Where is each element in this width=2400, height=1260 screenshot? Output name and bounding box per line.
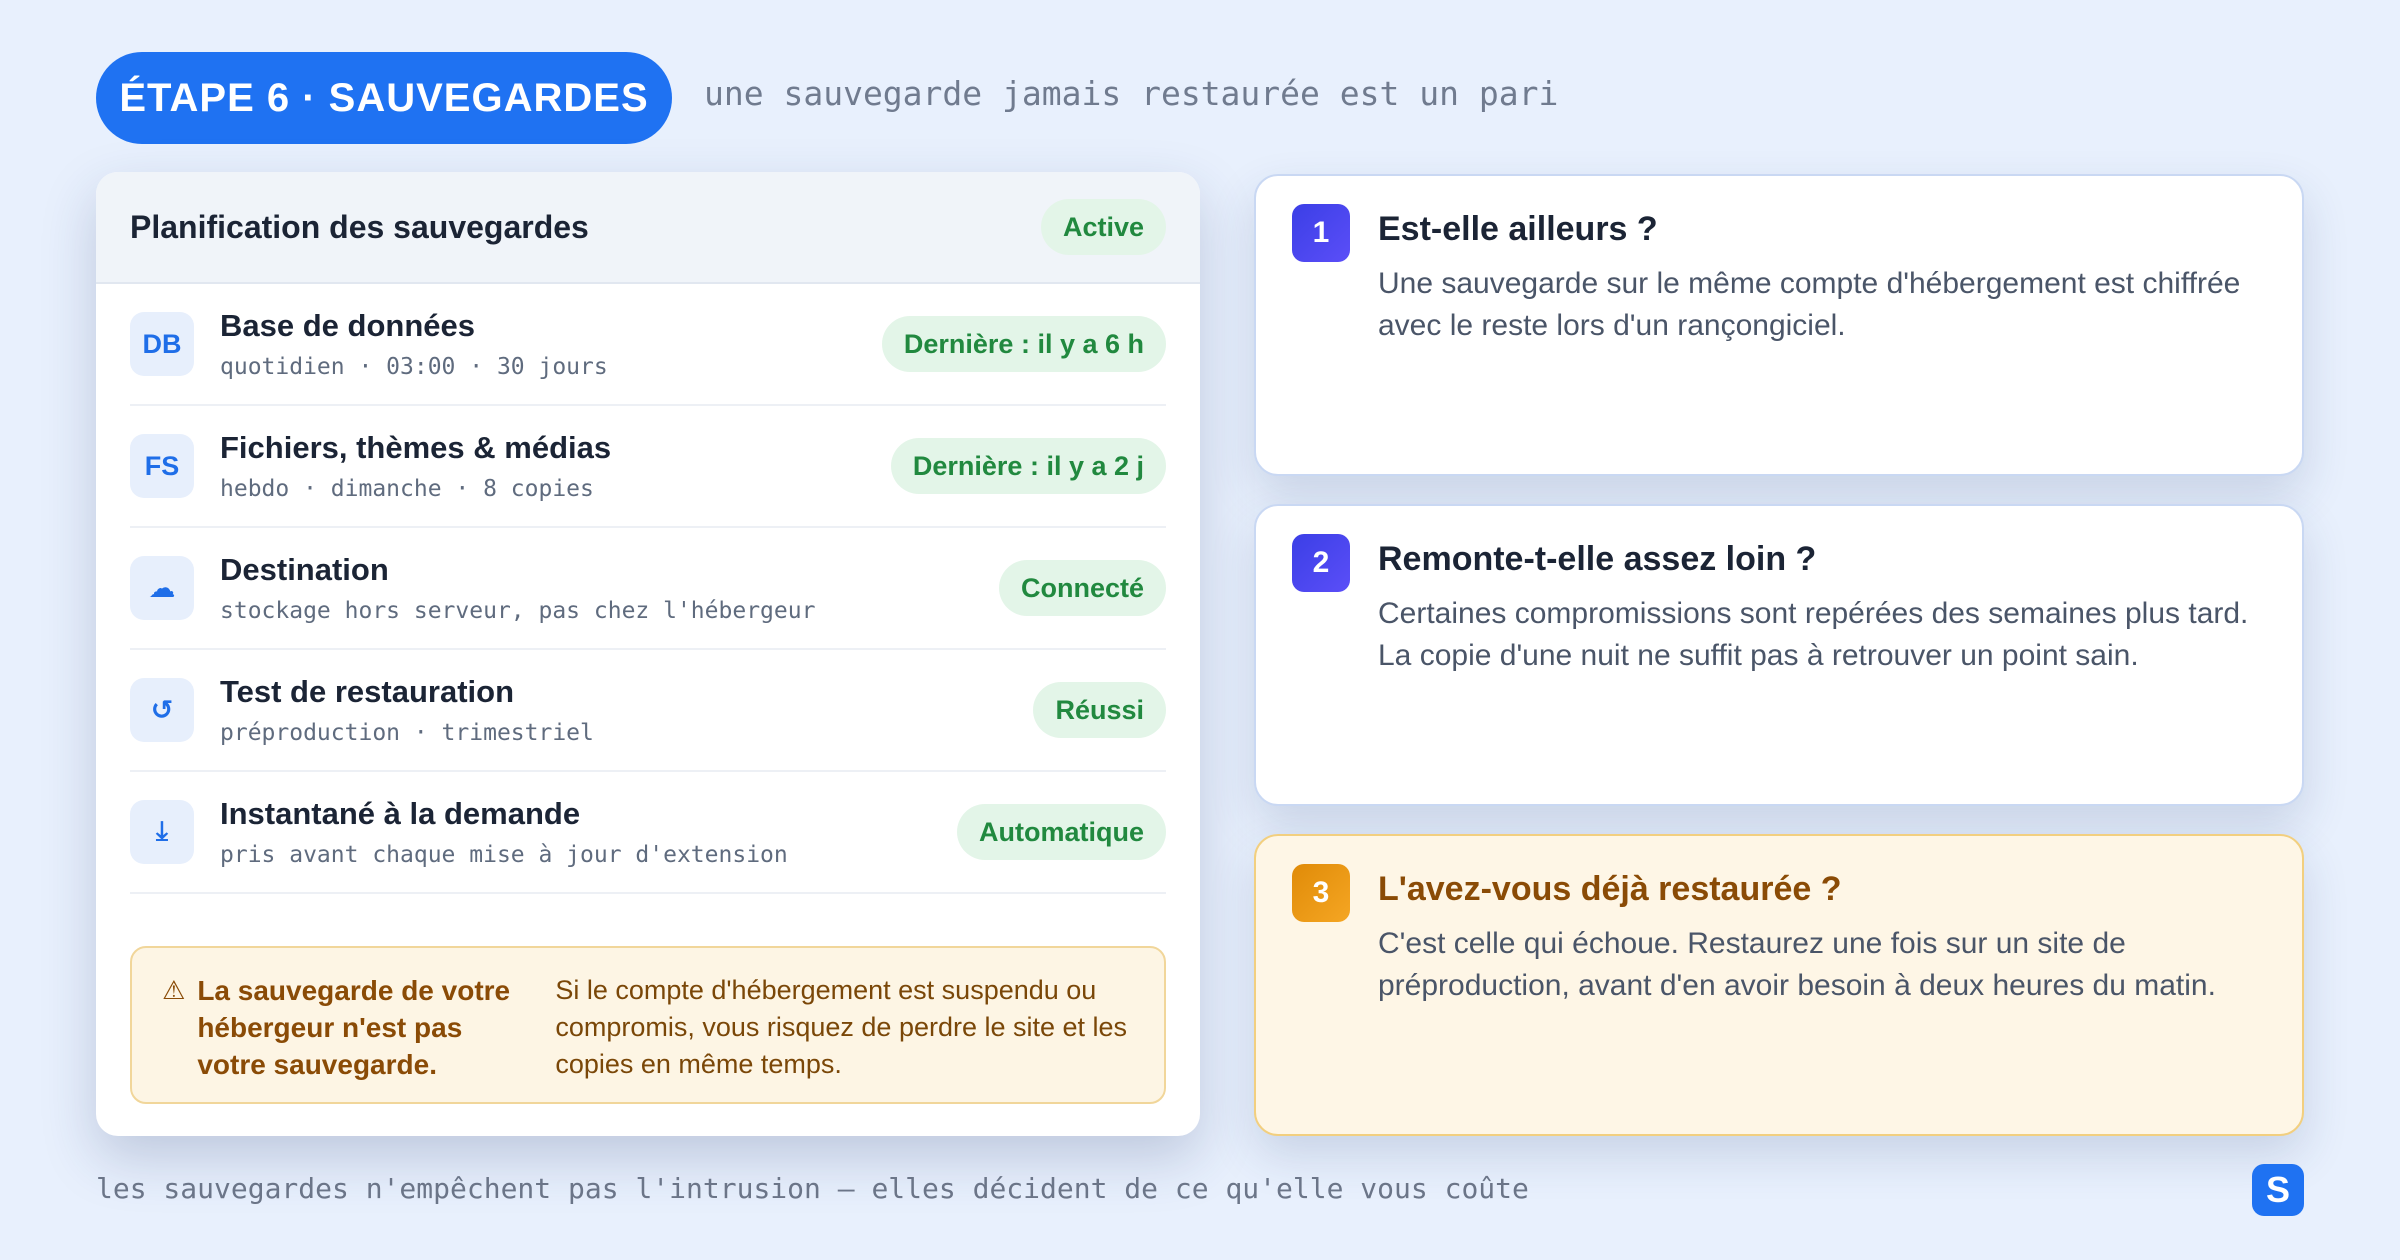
row-detail: stockage hors serveur, pas chez l'héberg…	[220, 598, 816, 624]
schedule-row-snapshot: ⤓ Instantané à la demande pris avant cha…	[130, 772, 1166, 894]
card-header: Planification des sauvegardes Active	[96, 172, 1200, 284]
schedule-row-files: FS Fichiers, thèmes & médias hebdo · dim…	[130, 406, 1166, 528]
row-detail: préproduction · trimestriel	[220, 720, 594, 746]
tagline: une sauvegarde jamais restaurée est un p…	[704, 74, 1559, 113]
warning-body: Si le compte d'hébergement est suspendu …	[555, 975, 1128, 1079]
cloud-icon: ☁	[130, 556, 194, 620]
row-title: Fichiers, thèmes & médias	[220, 430, 612, 465]
question-title: Remonte-t-elle assez loin ?	[1378, 540, 1817, 578]
row-status-badge: Connecté	[998, 560, 1166, 616]
question-card-2: 2 Remonte-t-elle assez loin ? Certaines …	[1254, 504, 2304, 806]
row-status-badge: Réussi	[1033, 682, 1166, 738]
question-title: Est-elle ailleurs ?	[1378, 210, 1658, 248]
question-body: Une sauvegarde sur le même compte d'hébe…	[1378, 267, 2241, 342]
row-status-badge: Dernière : il y a 6 h	[881, 316, 1166, 372]
question-body: Certaines compromissions sont repérées d…	[1378, 597, 2249, 672]
row-status-badge: Automatique	[957, 804, 1166, 860]
schedule-row-destination: ☁ Destination stockage hors serveur, pas…	[130, 528, 1166, 650]
step-pill: ÉTAPE 6 · SAUVEGARDES	[96, 52, 672, 144]
step-number-badge: 3	[1292, 864, 1350, 922]
question-body: C'est celle qui échoue. Restaurez une fo…	[1378, 927, 2216, 1002]
database-icon: DB	[130, 312, 194, 376]
row-title: Base de données	[220, 308, 475, 343]
restore-icon: ↺	[130, 678, 194, 742]
row-detail: quotidien · 03:00 · 30 jours	[220, 354, 608, 380]
schedule-list: DB Base de données quotidien · 03:00 · 3…	[130, 284, 1166, 894]
footer-note: les sauvegardes n'empêchent pas l'intrus…	[96, 1172, 1529, 1205]
card-title: Planification des sauvegardes	[130, 208, 589, 245]
question-title: L'avez-vous déjà restaurée ?	[1378, 870, 1842, 908]
brand-logo: S	[2252, 1164, 2304, 1216]
warning-title: La sauvegarde de votre hébergeur n'est p…	[197, 975, 511, 1080]
question-card-1: 1 Est-elle ailleurs ? Une sauvegarde sur…	[1254, 174, 2304, 476]
row-title: Instantané à la demande	[220, 796, 581, 831]
files-icon: FS	[130, 434, 194, 498]
download-icon: ⤓	[130, 800, 194, 864]
schedule-row-database: DB Base de données quotidien · 03:00 · 3…	[130, 284, 1166, 406]
status-badge: Active	[1040, 199, 1166, 255]
question-card-3: 3 L'avez-vous déjà restaurée ? C'est cel…	[1254, 834, 2304, 1136]
row-title: Destination	[220, 552, 389, 587]
row-title: Test de restauration	[220, 674, 515, 709]
warning-icon: ⚠	[162, 975, 186, 1005]
row-detail: pris avant chaque mise à jour d'extensio…	[220, 842, 788, 868]
row-detail: hebdo · dimanche · 8 copies	[220, 476, 594, 502]
row-status-badge: Dernière : il y a 2 j	[890, 438, 1166, 494]
schedule-row-restore-test: ↺ Test de restauration préproduction · t…	[130, 650, 1166, 772]
backup-schedule-card: Planification des sauvegardes Active DB …	[96, 172, 1200, 1136]
host-backup-warning: ⚠ La sauvegarde de votre hébergeur n'est…	[130, 946, 1166, 1104]
step-number-badge: 2	[1292, 534, 1350, 592]
step-number-badge: 1	[1292, 204, 1350, 262]
